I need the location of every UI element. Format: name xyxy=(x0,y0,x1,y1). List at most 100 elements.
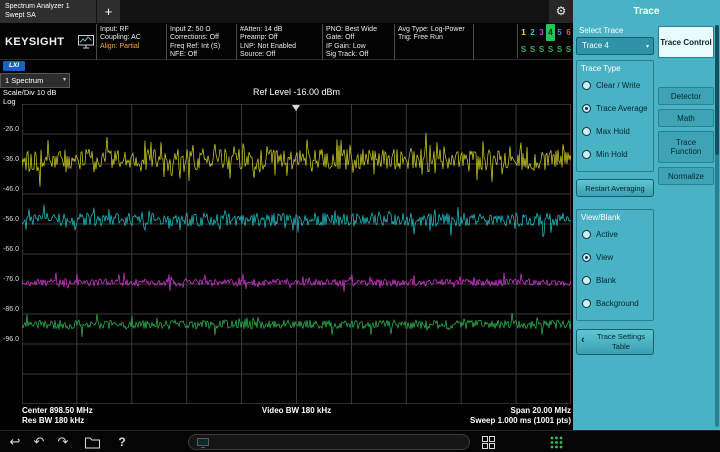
menu-scrollbar[interactable] xyxy=(715,25,719,427)
radio-view[interactable]: View xyxy=(577,246,653,269)
radio-label: View xyxy=(596,253,613,262)
help-button[interactable]: ? xyxy=(112,432,132,452)
y-axis-label: -66.0 xyxy=(0,246,19,253)
tab-trace-control[interactable]: Trace Control xyxy=(658,26,714,58)
radio-circle-icon xyxy=(582,104,591,113)
trace-indicator-1[interactable]: 1 xyxy=(519,24,528,41)
gear-icon: ⚙ xyxy=(556,4,567,18)
meas-line: Coupling: AC xyxy=(100,34,166,42)
meas-col-attenuation: #Atten: 14 dB Preamp: Off LNP: Not Enabl… xyxy=(236,24,322,60)
apps-grid-button[interactable] xyxy=(546,432,566,452)
y-axis-label: -96.0 xyxy=(0,336,19,343)
tab-trace-function[interactable]: Trace Function xyxy=(658,131,714,163)
radio-label: Clear / Write xyxy=(596,81,640,90)
meas-line: Input: RF xyxy=(100,26,166,34)
undo-button[interactable]: ↶ xyxy=(29,432,49,452)
app-tab-spectrum-analyzer[interactable]: Spectrum Analyzer 1 Swept SA xyxy=(0,0,96,23)
meas-col-average: Avg Type: Log-Power Trig: Free Run xyxy=(394,24,474,60)
help-icon: ? xyxy=(118,435,125,449)
back-icon: ↩ xyxy=(10,434,21,449)
redo-button[interactable]: ↷ xyxy=(53,432,73,452)
meas-line: Input Z: 50 Ω xyxy=(170,26,236,34)
minimized-window-tray[interactable] xyxy=(188,434,470,450)
trace-select-dropdown[interactable]: Trace 4 ▾ xyxy=(576,37,654,55)
radio-blank[interactable]: Blank xyxy=(577,269,653,292)
tab-math[interactable]: Math xyxy=(658,109,714,127)
window-layout-button[interactable] xyxy=(478,432,498,452)
bottom-toolbar: ↩ ↶ ↷ ? xyxy=(0,430,720,452)
video-bw-readout: Video BW 180 kHz xyxy=(22,406,571,415)
y-axis-label: -36.0 xyxy=(0,156,19,163)
meas-line: Preamp: Off xyxy=(240,34,322,42)
meas-line: IF Gain: Low xyxy=(326,43,394,51)
restart-averaging-button[interactable]: Restart Averaging xyxy=(576,179,654,197)
lxi-badge: LXI xyxy=(3,61,25,71)
radio-clear-write[interactable]: Clear / Write xyxy=(577,74,653,97)
redo-icon: ↷ xyxy=(58,434,69,449)
apps-grid-icon xyxy=(550,436,563,449)
radio-label: Max Hold xyxy=(596,127,630,136)
res-bw-readout: Res BW 180 kHz xyxy=(22,416,84,425)
radio-circle-icon xyxy=(582,127,591,136)
trace-indicator-5[interactable]: 5 xyxy=(555,24,564,41)
radio-active[interactable]: Active xyxy=(577,223,653,246)
meas-line: Avg Type: Log-Power xyxy=(398,26,473,34)
center-frequency-marker-icon xyxy=(292,105,300,111)
window-selector[interactable]: 1 Spectrum ▾ xyxy=(0,73,70,88)
trace-select-value: Trace 4 xyxy=(582,41,609,50)
meas-col-pno: PNO: Best Wide Gate: Off IF Gain: Low Si… xyxy=(322,24,394,60)
radio-max-hold[interactable]: Max Hold xyxy=(577,120,653,143)
tab-detector[interactable]: Detector xyxy=(658,87,714,105)
trace-indicator-3[interactable]: 3 xyxy=(537,24,546,41)
y-axis-label: -56.0 xyxy=(0,216,19,223)
meas-line: LNP: Not Enabled xyxy=(240,43,322,51)
sweep-readout: Sweep 1.000 ms (1001 pts) xyxy=(470,416,571,425)
window-selector-label: 1 Spectrum xyxy=(5,76,43,85)
menu-group-trace-type: Trace Type Clear / Write Trace Average Max… xyxy=(576,60,654,172)
radio-min-hold[interactable]: Min Hold xyxy=(577,143,653,166)
trace-indicator-2[interactable]: 2 xyxy=(528,24,537,41)
back-button[interactable]: ↩ xyxy=(5,432,25,452)
radio-label: Background xyxy=(596,299,639,308)
y-axis-label: -26.0 xyxy=(0,126,19,133)
trace-state-letter-3: S xyxy=(537,41,546,58)
radio-circle-icon xyxy=(582,150,591,159)
span-readout: Span 20.00 MHz xyxy=(511,406,571,415)
new-tab-button[interactable]: + xyxy=(97,0,120,23)
y-axis-label: -76.0 xyxy=(0,276,19,283)
radio-circle-icon xyxy=(582,230,591,239)
spectrum-display[interactable] xyxy=(22,104,571,404)
meas-line: Source: Off xyxy=(240,51,322,59)
radio-trace-average[interactable]: Trace Average xyxy=(577,97,653,120)
meas-line: Trig: Free Run xyxy=(398,34,473,42)
undo-icon: ↶ xyxy=(34,434,45,449)
log-scale-label: Log xyxy=(3,97,16,106)
folder-icon xyxy=(85,437,100,449)
meas-line: Sig Track: Off xyxy=(326,51,394,59)
app-mode: Swept SA xyxy=(5,12,96,21)
group-header: Trace Type xyxy=(577,61,653,74)
instrument-display-icon xyxy=(78,35,94,49)
file-button[interactable] xyxy=(82,432,102,452)
meas-line: Corrections: Off xyxy=(170,34,236,42)
meas-col-impedance: Input Z: 50 Ω Corrections: Off Freq Ref:… xyxy=(166,24,236,60)
meas-line: #Atten: 14 dB xyxy=(240,26,322,34)
radio-circle-icon xyxy=(582,253,591,262)
meas-col-input: Input: RF Coupling: AC Align: Partial xyxy=(96,24,166,60)
radio-background[interactable]: Background xyxy=(577,292,653,315)
scrollbar-thumb[interactable] xyxy=(715,25,719,155)
trace-status-grid: 123456 SSSSSS xyxy=(517,24,573,58)
trace-settings-table-button[interactable]: ‹ Trace Settings Table xyxy=(576,329,654,355)
settings-table-label: Trace Settings Table xyxy=(597,332,645,351)
trace-indicator-4[interactable]: 4 xyxy=(546,24,555,41)
system-settings-button[interactable]: ⚙ xyxy=(549,0,573,23)
meas-line: Freq Ref: Int (S) xyxy=(170,43,236,51)
meas-line-align-warning: Align: Partial xyxy=(100,43,166,51)
chevron-down-icon: ▾ xyxy=(63,74,66,87)
select-trace-label: Select Trace xyxy=(579,26,623,35)
trace-indicator-6[interactable]: 6 xyxy=(564,24,573,41)
radio-label: Active xyxy=(596,230,618,239)
tab-normalize[interactable]: Normalize xyxy=(658,167,714,185)
window-thumbnail-icon xyxy=(197,438,209,448)
meas-line: Gate: Off xyxy=(326,34,394,42)
